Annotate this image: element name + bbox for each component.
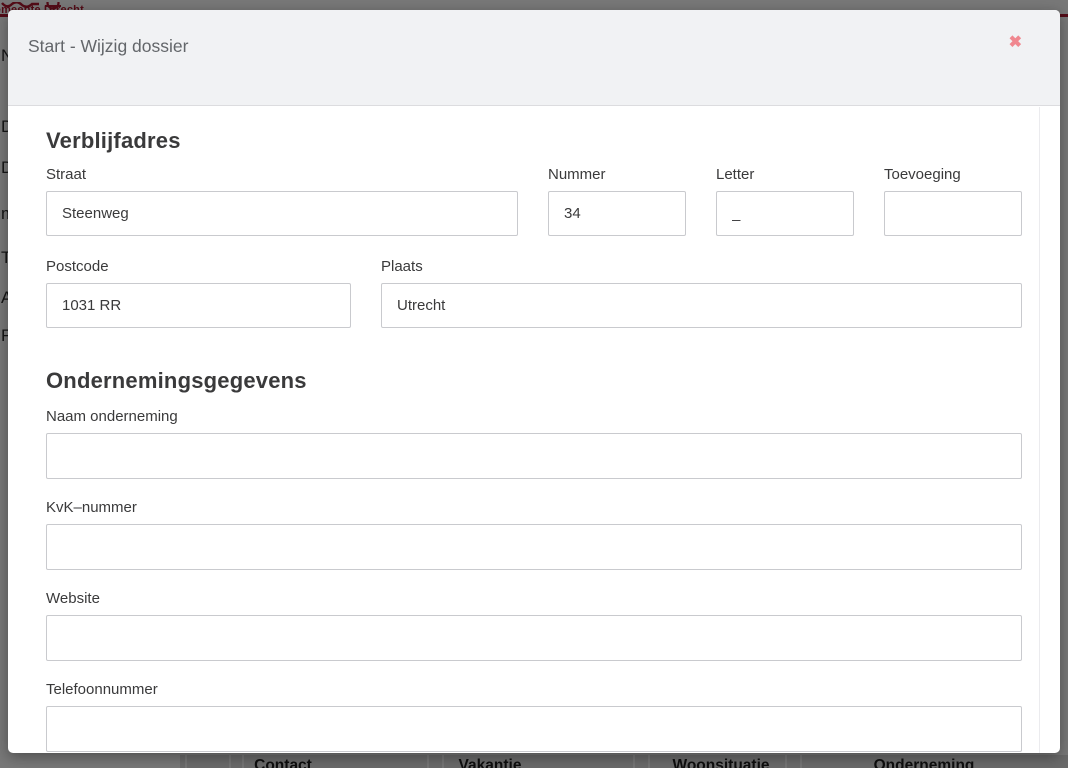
company-row-kvk: KvK–nummer [46,499,1022,570]
straat-input[interactable] [46,191,518,236]
straat-label: Straat [46,166,518,183]
screen: Gemeente Utrecht N D D m T A F Contact V… [0,0,1068,768]
dialog-title: Start - Wijzig dossier [28,36,188,57]
modal-scrollbar-track[interactable] [1039,107,1040,753]
field-toevoeging: Toevoeging [884,166,1022,236]
company-row-telefoon: Telefoonnummer [46,681,1022,752]
letter-label: Letter [716,166,854,183]
close-icon[interactable]: ✖ [1003,33,1028,53]
field-straat: Straat [46,166,518,236]
plaats-label: Plaats [381,258,1022,275]
field-kvk-nummer: KvK–nummer [46,499,1022,570]
company-row-website: Website [46,590,1022,661]
field-postcode: Postcode [46,258,351,328]
wijzig-dossier-dialog: Start - Wijzig dossier ✖ Verblijfadres S… [8,10,1060,753]
postcode-label: Postcode [46,258,351,275]
postcode-input[interactable] [46,283,351,328]
letter-input[interactable] [716,191,854,236]
website-label: Website [46,590,1022,607]
section-heading-verblijfadres: Verblijfadres [46,128,1022,154]
address-row-1: Straat Nummer Letter Toevoeging [46,166,1022,236]
dialog-header: Start - Wijzig dossier ✖ [8,10,1060,106]
naam-onderneming-label: Naam onderneming [46,408,1022,425]
address-row-2: Postcode Plaats [46,258,1022,328]
field-website: Website [46,590,1022,661]
plaats-input[interactable] [381,283,1022,328]
toevoeging-label: Toevoeging [884,166,1022,183]
website-input[interactable] [46,615,1022,661]
section-heading-ondernemingsgegevens: Ondernemingsgegevens [46,368,1022,394]
toevoeging-input[interactable] [884,191,1022,236]
dialog-body: Verblijfadres Straat Nummer Letter Toevo… [8,106,1060,752]
field-plaats: Plaats [381,258,1022,328]
naam-onderneming-input[interactable] [46,433,1022,479]
kvk-nummer-input[interactable] [46,524,1022,570]
kvk-nummer-label: KvK–nummer [46,499,1022,516]
company-row-naam: Naam onderneming [46,408,1022,479]
telefoonnummer-input[interactable] [46,706,1022,752]
nummer-label: Nummer [548,166,686,183]
nummer-input[interactable] [548,191,686,236]
field-naam-onderneming: Naam onderneming [46,408,1022,479]
field-letter: Letter [716,166,854,236]
field-telefoonnummer: Telefoonnummer [46,681,1022,752]
telefoonnummer-label: Telefoonnummer [46,681,1022,698]
field-nummer: Nummer [548,166,686,236]
